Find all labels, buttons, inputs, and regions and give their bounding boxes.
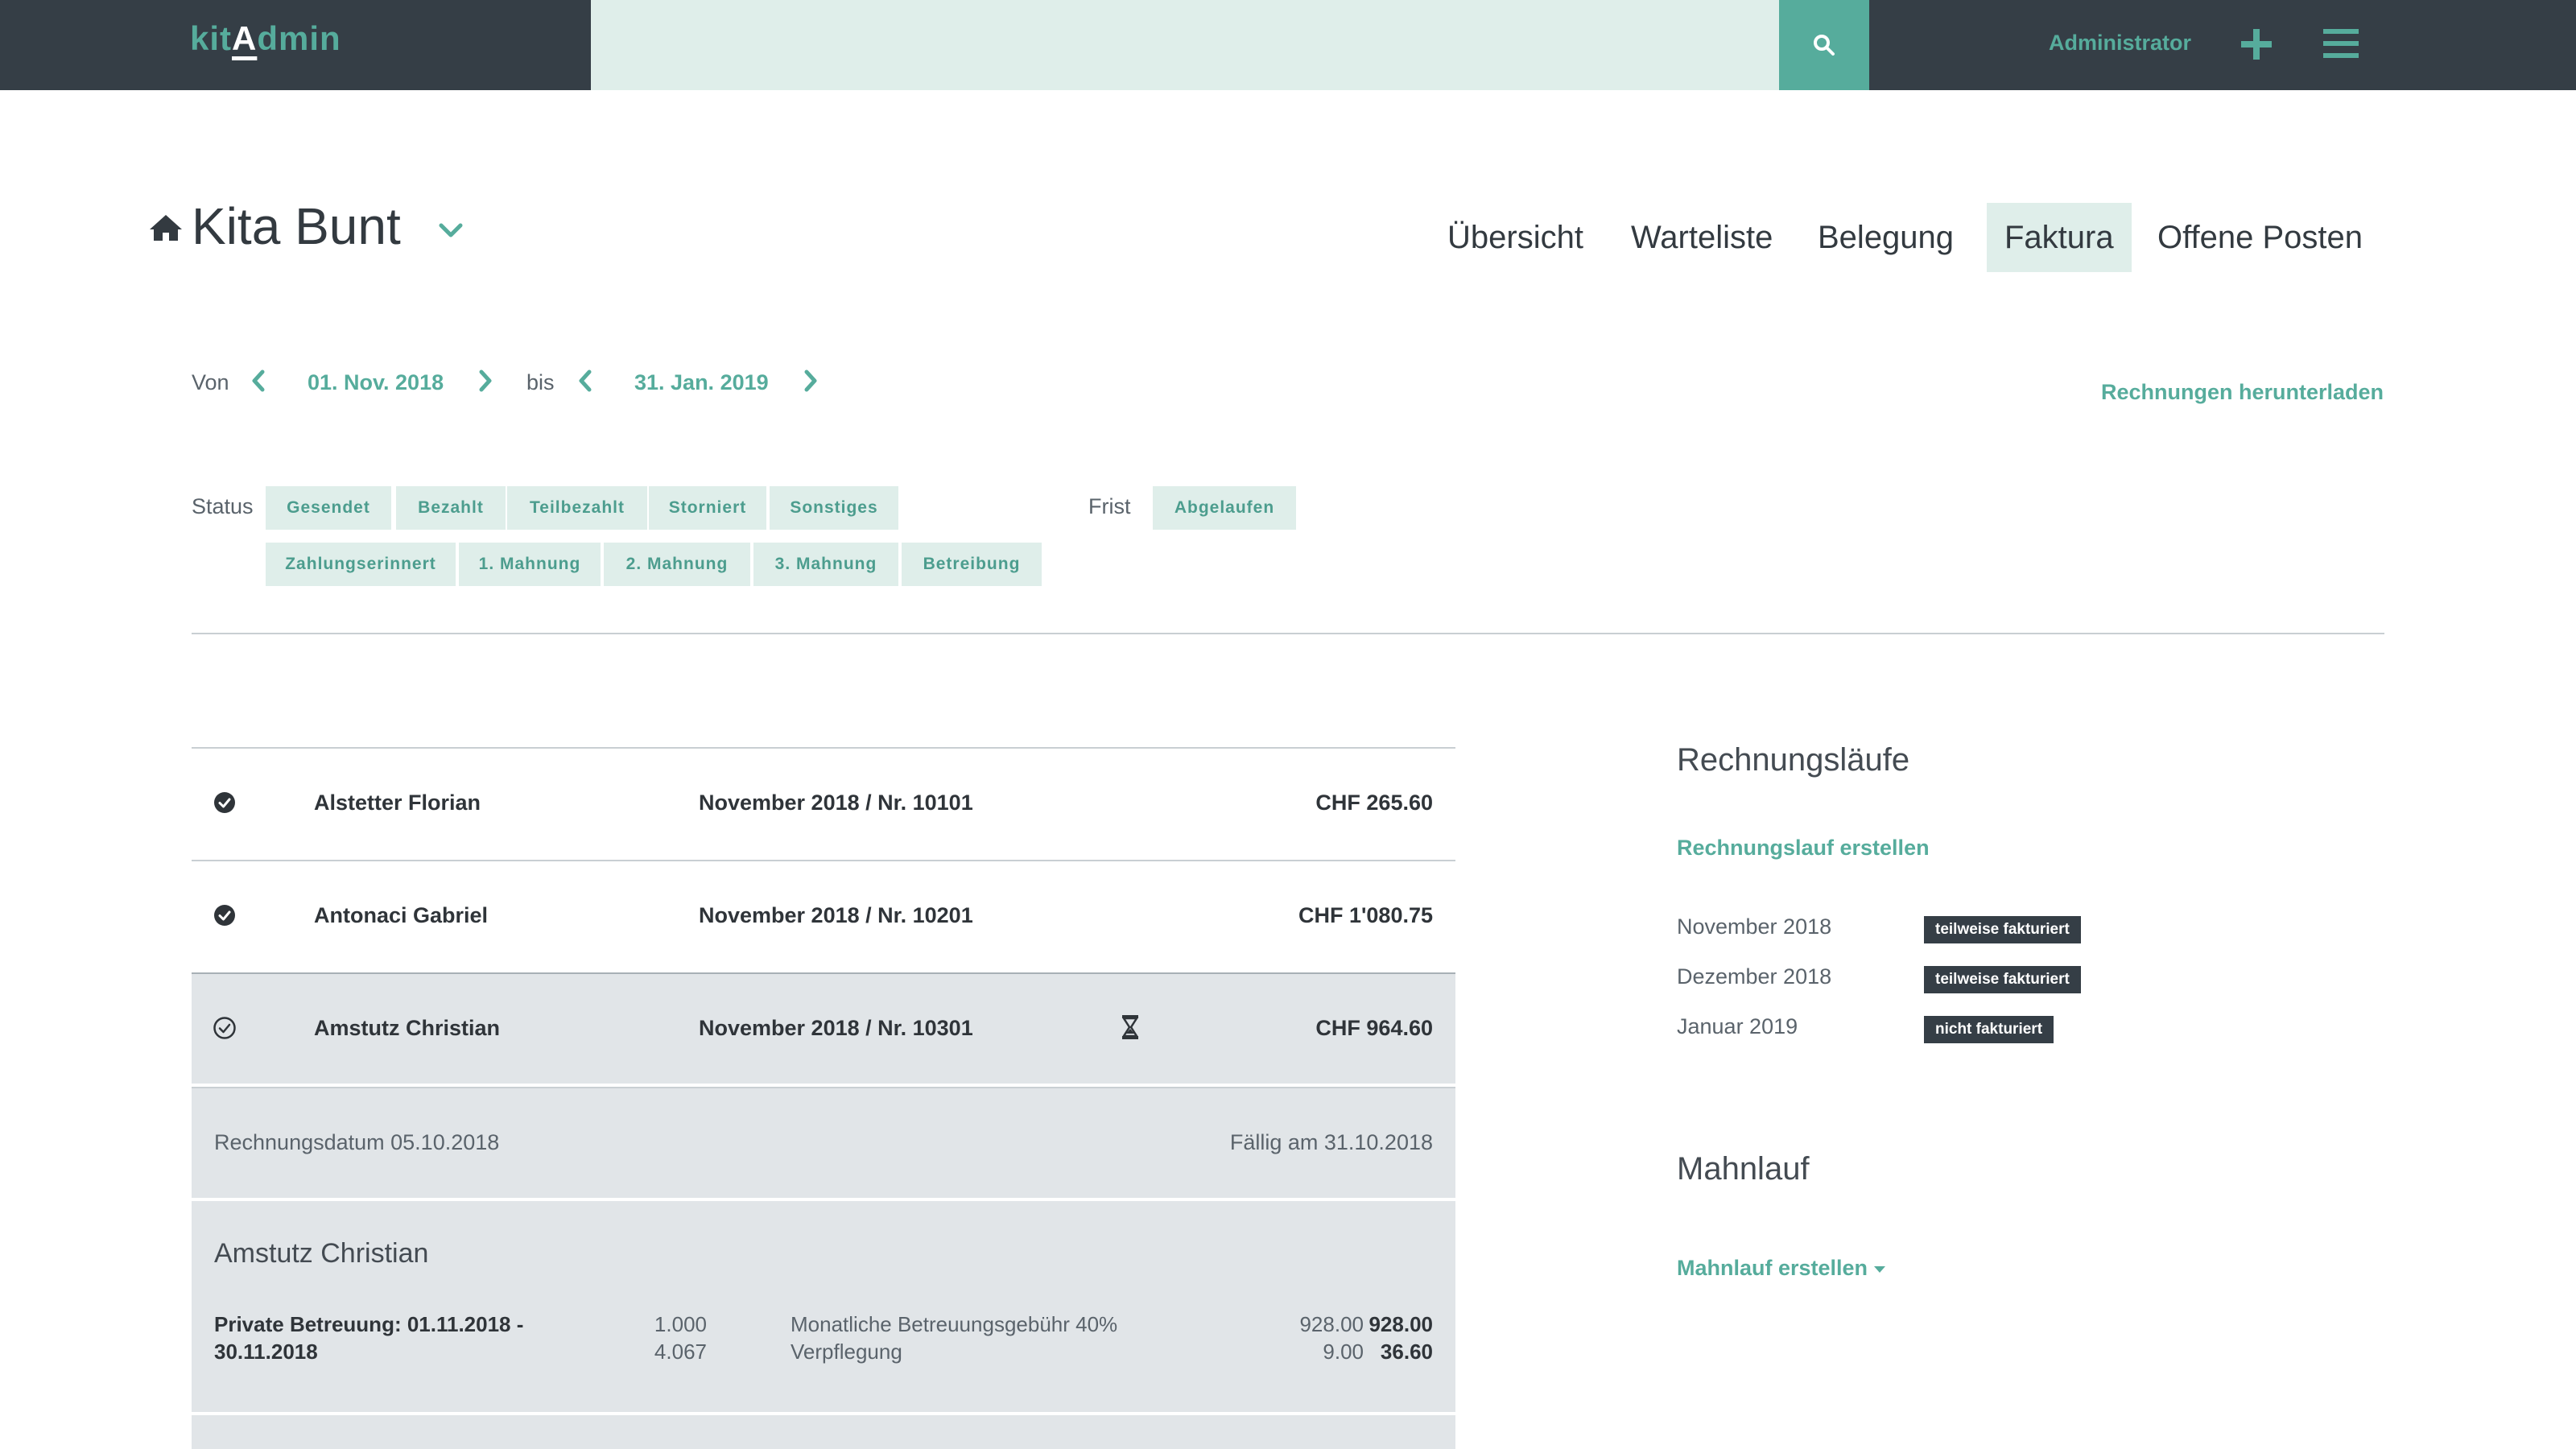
run-month[interactable]: November 2018 xyxy=(1677,914,1831,939)
home-icon xyxy=(150,215,182,241)
run-month[interactable]: Januar 2019 xyxy=(1677,1014,1798,1039)
status-pill-1-mahnung[interactable]: 1. Mahnung xyxy=(459,543,601,586)
create-invoice-run-link[interactable]: Rechnungslauf erstellen xyxy=(1677,836,1930,861)
kita-title: Kita Bunt xyxy=(192,197,401,255)
von-label: Von xyxy=(192,370,229,394)
invoice-detail-next xyxy=(192,1415,1455,1449)
position-quantities: 1.000 4.067 xyxy=(594,1311,707,1365)
position-totals: 928.00 36.60 xyxy=(1368,1311,1433,1365)
status-pill-sonstiges[interactable]: Sonstiges xyxy=(770,486,898,530)
line-price: 928.00 xyxy=(1299,1312,1364,1336)
bis-label: bis xyxy=(526,370,555,394)
chevron-left-icon[interactable] xyxy=(250,369,267,393)
status-pill-betreibung[interactable]: Betreibung xyxy=(902,543,1042,586)
invoice-amount: CHF 964.60 xyxy=(1315,1016,1433,1040)
invoice-detail-header: Rechnungsdatum 05.10.2018 Fällig am 31.1… xyxy=(192,1087,1455,1198)
run-month[interactable]: Dezember 2018 xyxy=(1677,964,1831,989)
invoice-row[interactable]: Alstetter Florian November 2018 / Nr. 10… xyxy=(192,747,1455,858)
logo-prefix: kit xyxy=(190,19,233,57)
create-dunning-label: Mahnlauf erstellen xyxy=(1677,1256,1868,1280)
invoice-name: Amstutz Christian xyxy=(314,1016,501,1040)
invoice-runs-title: Rechnungsläufe xyxy=(1677,742,1910,778)
invoice-amount: CHF 265.60 xyxy=(1315,791,1433,815)
tab-uebersicht[interactable]: Übersicht xyxy=(1447,203,1583,272)
invoice-detail-positions: Amstutz Christian Private Betreuung: 01.… xyxy=(192,1201,1455,1412)
position-description: Private Betreuung: 01.11.2018 - 30.11.20… xyxy=(214,1312,524,1364)
search-icon xyxy=(1814,35,1835,56)
invoice-amount: CHF 1'080.75 xyxy=(1298,903,1433,927)
invoice-period: November 2018 / Nr. 10101 xyxy=(699,791,973,815)
line-price: 9.00 xyxy=(1323,1340,1364,1364)
dunning-title: Mahnlauf xyxy=(1677,1151,1810,1187)
frist-label: Frist xyxy=(1088,494,1131,518)
create-dunning-dropdown[interactable]: Mahnlauf erstellen xyxy=(1677,1256,1886,1281)
divider xyxy=(192,633,2384,634)
user-menu-administrator[interactable]: Administrator xyxy=(2049,31,2191,56)
invoice-row-selected[interactable]: Amstutz Christian November 2018 / Nr. 10… xyxy=(192,972,1455,1084)
run-status-badge: teilweise fakturiert xyxy=(1924,916,2081,943)
tab-warteliste[interactable]: Warteliste xyxy=(1631,203,1773,272)
caret-down-icon xyxy=(1874,1265,1886,1273)
chevron-down-icon[interactable] xyxy=(436,219,465,242)
due-date: Fällig am 31.10.2018 xyxy=(1229,1130,1433,1154)
line-item: Monatliche Betreuungsgebühr 40% xyxy=(791,1312,1118,1336)
chevron-right-icon[interactable] xyxy=(802,369,819,393)
invoice-period: November 2018 / Nr. 10201 xyxy=(699,903,973,927)
kitadmin-logo[interactable]: kitAdmin xyxy=(190,19,341,58)
tab-faktura[interactable]: Faktura xyxy=(1987,203,2132,272)
hourglass-icon xyxy=(1121,1015,1139,1039)
position-prices: 928.00 9.00 xyxy=(1238,1311,1364,1365)
line-total: 36.60 xyxy=(1380,1340,1433,1364)
line-qty: 1.000 xyxy=(654,1312,707,1336)
search-input[interactable] xyxy=(591,0,1779,90)
invoice-date: Rechnungsdatum 05.10.2018 xyxy=(214,1130,500,1154)
run-status-badge: nicht fakturiert xyxy=(1924,1016,2054,1043)
position-items: Monatliche Betreuungsgebühr 40% Verpfleg… xyxy=(791,1311,1117,1365)
chevron-right-icon[interactable] xyxy=(477,369,494,393)
line-total: 928.00 xyxy=(1368,1312,1433,1336)
status-label: Status xyxy=(192,494,254,518)
status-pill-teilbezahlt[interactable]: Teilbezahlt xyxy=(507,486,647,530)
invoice-period: November 2018 / Nr. 10301 xyxy=(699,1016,973,1040)
child-name: Amstutz Christian xyxy=(214,1238,429,1269)
status-pill-zahlungserinnert[interactable]: Zahlungserinnert xyxy=(266,543,456,586)
status-pill-storniert[interactable]: Storniert xyxy=(649,486,766,530)
check-filled-icon xyxy=(214,792,235,813)
plus-icon[interactable] xyxy=(2236,24,2277,64)
invoice-row[interactable]: Antonaci Gabriel November 2018 / Nr. 102… xyxy=(192,860,1455,971)
chevron-left-icon[interactable] xyxy=(576,369,594,393)
frist-pill-abgelaufen[interactable]: Abgelaufen xyxy=(1153,486,1296,530)
invoice-name: Alstetter Florian xyxy=(314,791,481,815)
von-date[interactable]: 01. Nov. 2018 xyxy=(308,370,444,395)
check-outline-icon xyxy=(213,1017,236,1039)
check-filled-icon xyxy=(214,905,235,926)
status-pill-3-mahnung[interactable]: 3. Mahnung xyxy=(753,543,898,586)
invoice-name: Antonaci Gabriel xyxy=(314,903,489,927)
line-qty: 4.067 xyxy=(654,1340,707,1364)
hamburger-menu-icon[interactable] xyxy=(2323,27,2359,60)
bis-date[interactable]: 31. Jan. 2019 xyxy=(634,370,769,395)
status-pill-gesendet[interactable]: Gesendet xyxy=(266,486,391,530)
search-button[interactable] xyxy=(1779,0,1869,90)
status-pill-bezahlt[interactable]: Bezahlt xyxy=(396,486,506,530)
top-bar: kitAdmin Administrator xyxy=(0,0,2576,90)
logo-mid: A xyxy=(232,19,258,57)
tab-offene-posten[interactable]: Offene Posten xyxy=(2157,203,2363,272)
status-pill-2-mahnung[interactable]: 2. Mahnung xyxy=(604,543,750,586)
tab-belegung[interactable]: Belegung xyxy=(1818,203,1954,272)
run-status-badge: teilweise fakturiert xyxy=(1924,966,2081,993)
download-invoices-link[interactable]: Rechnungen herunterladen xyxy=(2101,380,2384,405)
logo-suffix: dmin xyxy=(257,19,341,57)
line-item: Verpflegung xyxy=(791,1340,902,1364)
